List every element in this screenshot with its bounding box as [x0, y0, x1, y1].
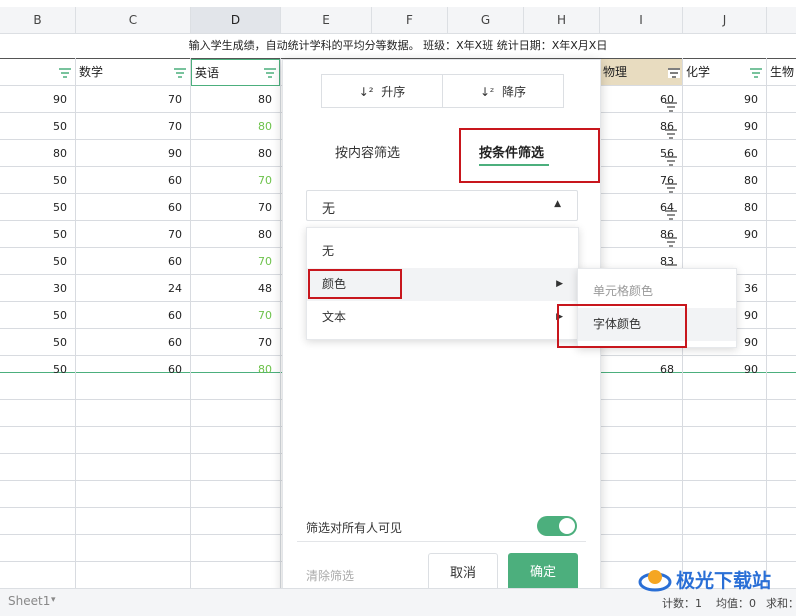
cell-b[interactable]: 50	[0, 302, 75, 329]
cell-d[interactable]: 80	[191, 221, 280, 248]
condition-type-dropdown[interactable]: 无 ▲	[306, 190, 578, 221]
filter-panel: ↓² 升序 ↓ᶻ 降序 按内容筛选 按条件筛选 无 ▲ 无 颜色 ▶ 文本 ▶ …	[282, 59, 601, 607]
cell-d[interactable]: 70	[191, 329, 280, 356]
cell-c[interactable]: 60	[76, 167, 190, 194]
chevron-right-icon: ▶	[556, 279, 563, 289]
cell-j[interactable]: 80	[683, 194, 766, 221]
filter-icon[interactable]	[59, 68, 71, 78]
filter-icon[interactable]	[264, 68, 276, 78]
cell-j[interactable]: 90	[683, 221, 766, 248]
filter-icon[interactable]	[668, 68, 680, 78]
divider	[297, 541, 586, 542]
column-header-c[interactable]: C	[76, 7, 191, 33]
cell-d[interactable]: 70	[191, 194, 280, 221]
header-biology[interactable]: 生物	[767, 59, 796, 85]
cell-d[interactable]: 80	[191, 356, 280, 383]
column-header-d[interactable]: D	[191, 7, 281, 33]
clear-filter-link[interactable]: 清除筛选	[306, 567, 354, 584]
cell-c[interactable]: 60	[76, 356, 190, 383]
chevron-down-icon[interactable]: ▾	[51, 595, 56, 605]
cell-d[interactable]: 80	[191, 140, 280, 167]
caret-up-icon: ▲	[554, 199, 561, 209]
cell-c[interactable]: 70	[76, 221, 190, 248]
sort-ascending-label: 升序	[381, 85, 406, 99]
cell-i[interactable]: 68	[600, 356, 682, 383]
toggle-knob	[559, 518, 575, 534]
tab-filter-by-content[interactable]: 按内容筛选	[335, 142, 400, 161]
cell-d[interactable]: 48	[191, 275, 280, 302]
filter-icon[interactable]	[665, 237, 677, 247]
cell-c[interactable]: 60	[76, 194, 190, 221]
cell-b[interactable]: 80	[0, 140, 75, 167]
cell-c[interactable]: 70	[76, 113, 190, 140]
cell-b[interactable]: 50	[0, 113, 75, 140]
cell-b[interactable]: 50	[0, 194, 75, 221]
cell-c[interactable]: 60	[76, 248, 190, 275]
count-readout: 计数：1	[662, 597, 702, 610]
column-header-j[interactable]: J	[683, 7, 767, 33]
cell-c[interactable]: 60	[76, 329, 190, 356]
watermark-text: 极光下载站	[676, 570, 772, 592]
highlight-box-tab	[459, 128, 600, 183]
cell-d[interactable]: 80	[191, 86, 280, 113]
cell-c[interactable]: 60	[76, 302, 190, 329]
column-header-bar: B C D E F G H I J	[0, 7, 796, 34]
menu-item-none[interactable]: 无	[307, 235, 578, 268]
cancel-button[interactable]: 取消	[428, 553, 498, 593]
cell-b[interactable]: 30	[0, 275, 75, 302]
cell-d[interactable]: 70	[191, 302, 280, 329]
column-header-e[interactable]: E	[281, 7, 372, 33]
column-header-i[interactable]: I	[600, 7, 683, 33]
menu-item-text[interactable]: 文本 ▶	[307, 301, 578, 334]
header-math[interactable]: 数学	[76, 59, 190, 85]
filter-icon[interactable]	[665, 183, 677, 193]
average-readout: 均值：0	[716, 597, 756, 610]
cell-d[interactable]: 70	[191, 167, 280, 194]
cell-c[interactable]: 24	[76, 275, 190, 302]
cell-j[interactable]: 90	[683, 356, 766, 383]
column-header-b[interactable]: B	[0, 7, 76, 33]
cell-c[interactable]: 70	[76, 86, 190, 113]
filter-icon[interactable]	[665, 129, 677, 139]
column-header-g[interactable]: G	[448, 7, 524, 33]
cell-d[interactable]: 80	[191, 113, 280, 140]
menu-item-text-label: 文本	[322, 310, 347, 324]
watermark-logo-icon	[638, 570, 672, 592]
confirm-button[interactable]: 确定	[508, 553, 578, 593]
highlight-box-font-color	[557, 304, 687, 348]
cell-b[interactable]: 90	[0, 86, 75, 113]
sheet-title-row[interactable]: 输入学生成绩，自动统计学科的平均分等数据。 班级：X年X班 统计日期：X年X月X…	[0, 34, 796, 59]
column-header-h[interactable]: H	[524, 7, 600, 33]
sort-ascending-icon: ↓²	[358, 85, 374, 99]
cell-d[interactable]: 70	[191, 248, 280, 275]
sort-descending-label: 降序	[502, 85, 527, 99]
sum-readout: 求和：	[766, 597, 796, 610]
cell-b[interactable]: 50	[0, 248, 75, 275]
sheet-tab[interactable]: Sheet1	[8, 594, 50, 608]
cell-b[interactable]: 50	[0, 329, 75, 356]
filter-icon[interactable]	[665, 210, 677, 220]
visible-to-all-label: 筛选对所有人可见	[306, 521, 403, 535]
visible-to-all-toggle[interactable]	[537, 516, 577, 536]
filter-icon[interactable]	[665, 156, 677, 166]
filter-icon[interactable]	[174, 68, 186, 78]
cell-b[interactable]: 50	[0, 167, 75, 194]
sort-descending-icon: ↓ᶻ	[479, 85, 495, 99]
filter-icon[interactable]	[750, 68, 762, 78]
watermark: 极光下载站	[638, 562, 788, 596]
dropdown-value: 无	[322, 202, 336, 217]
sort-ascending-button[interactable]: ↓² 升序	[321, 74, 443, 108]
cell-j[interactable]: 80	[683, 167, 766, 194]
filter-icon[interactable]	[665, 102, 677, 112]
cell-c[interactable]: 90	[76, 140, 190, 167]
highlight-box-color	[308, 269, 402, 299]
cell-b[interactable]: 50	[0, 356, 75, 383]
sort-descending-button[interactable]: ↓ᶻ 降序	[442, 74, 564, 108]
cell-j[interactable]: 90	[683, 86, 766, 113]
cell-j[interactable]: 60	[683, 140, 766, 167]
column-header-f[interactable]: F	[372, 7, 448, 33]
cell-b[interactable]: 50	[0, 221, 75, 248]
cell-j[interactable]: 90	[683, 113, 766, 140]
